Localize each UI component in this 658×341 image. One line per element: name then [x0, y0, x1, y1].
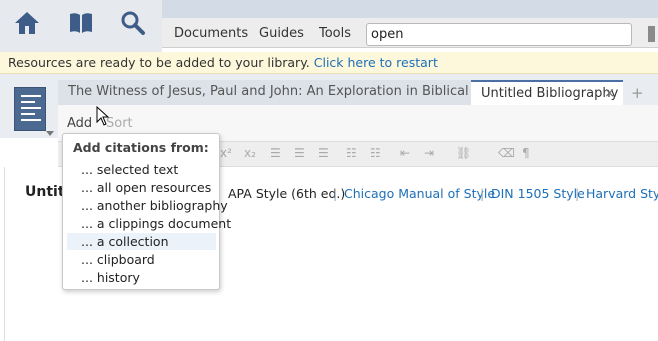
add-button[interactable]: Add: [67, 116, 92, 131]
style-apa[interactable]: APA Style (6th ed.): [228, 186, 345, 201]
home-icon[interactable]: [14, 10, 40, 36]
menu-item-collection[interactable]: ... a collection: [67, 233, 216, 250]
mouse-cursor-icon: [96, 106, 110, 126]
tab-untitled-bibliography[interactable]: Untitled Bibliography ×: [471, 80, 623, 105]
menu-item-another-bibliography[interactable]: ... another bibliography: [67, 197, 228, 214]
menu-documents[interactable]: Documents: [174, 26, 248, 41]
menu-tools[interactable]: Tools: [319, 26, 351, 41]
tab-label: Untitled Bibliography: [481, 86, 619, 101]
menu-heading: Add citations from:: [73, 140, 209, 155]
add-citations-menu: Add citations from: ... selected text ..…: [62, 133, 231, 290]
align-right-icon[interactable]: ☰: [318, 146, 329, 160]
link-icon[interactable]: ⛓: [456, 146, 471, 160]
top-bar: Documents Guides Tools open: [0, 0, 658, 52]
style-harvard[interactable]: Harvard Style: [586, 186, 658, 201]
menu-item-clipboard[interactable]: ... clipboard: [67, 251, 216, 268]
command-search-input[interactable]: open: [366, 23, 632, 46]
outdent-icon[interactable]: ⇤: [400, 146, 410, 160]
style-din[interactable]: DIN 1505 Style: [491, 186, 585, 201]
menu-item-clippings-document[interactable]: ... a clippings document: [67, 215, 231, 232]
add-tab-icon[interactable]: +: [631, 84, 644, 102]
paragraph-icon[interactable]: ¶: [522, 146, 530, 160]
menu-guides[interactable]: Guides: [259, 26, 304, 41]
subscript-icon[interactable]: x₂: [244, 146, 256, 160]
style-chicago[interactable]: Chicago Manual of Style: [344, 186, 495, 201]
eraser-icon[interactable]: ⌫: [498, 146, 515, 160]
menu-item-selected-text[interactable]: ... selected text: [67, 161, 216, 178]
document-menu-icon[interactable]: [14, 87, 46, 131]
style-separator: |: [575, 186, 580, 201]
bullet-list-icon[interactable]: ☷: [346, 146, 357, 160]
menubar-strip: [162, 0, 658, 18]
indent-icon[interactable]: ⇥: [424, 146, 434, 160]
menu-item-all-open-resources[interactable]: ... all open resources: [67, 179, 216, 196]
notification-text: Resources are ready to be added to your …: [8, 55, 314, 70]
superscript-icon[interactable]: x²: [220, 146, 232, 160]
chevron-down-icon[interactable]: [46, 131, 54, 136]
tab-witness-of-jesus[interactable]: The Witness of Jesus, Paul and John: An …: [58, 80, 532, 105]
library-icon[interactable]: [68, 10, 94, 36]
menu-item-history[interactable]: ... history: [67, 269, 216, 286]
close-icon[interactable]: ×: [604, 86, 615, 101]
notification-bar: Resources are ready to be added to your …: [0, 52, 658, 74]
tab-label: The Witness of Jesus, Paul and John: An …: [68, 84, 533, 99]
align-center-icon[interactable]: ☰: [294, 146, 305, 160]
align-left-icon[interactable]: ☰: [270, 146, 281, 160]
restart-link[interactable]: Click here to restart: [314, 55, 438, 70]
search-go-icon[interactable]: [648, 26, 658, 42]
style-separator: |: [480, 186, 485, 201]
style-separator: |: [333, 186, 338, 201]
numbered-list-icon[interactable]: ☷: [370, 146, 381, 160]
search-icon[interactable]: [120, 10, 146, 36]
